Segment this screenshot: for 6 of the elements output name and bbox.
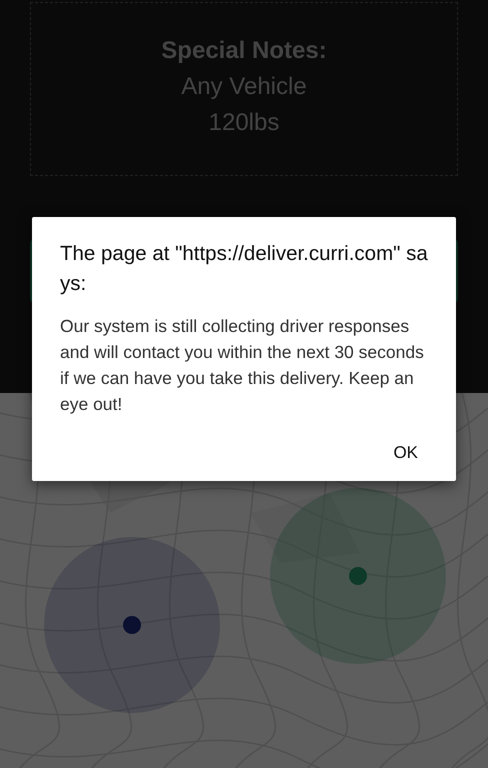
dialog-title: The page at "https://deliver.curri.com" says: xyxy=(60,241,428,297)
notes-heading: Special Notes: xyxy=(161,37,327,65)
notes-line: 120lbs xyxy=(208,108,280,138)
dialog-message: Our system is still collecting driver responses and will contact you within the next 30 seconds if we can have you take this delivery. Keep an eye out! xyxy=(60,315,425,416)
ok-button[interactable]: OK xyxy=(381,435,430,471)
notes-line: Any Vehicle xyxy=(181,72,307,102)
